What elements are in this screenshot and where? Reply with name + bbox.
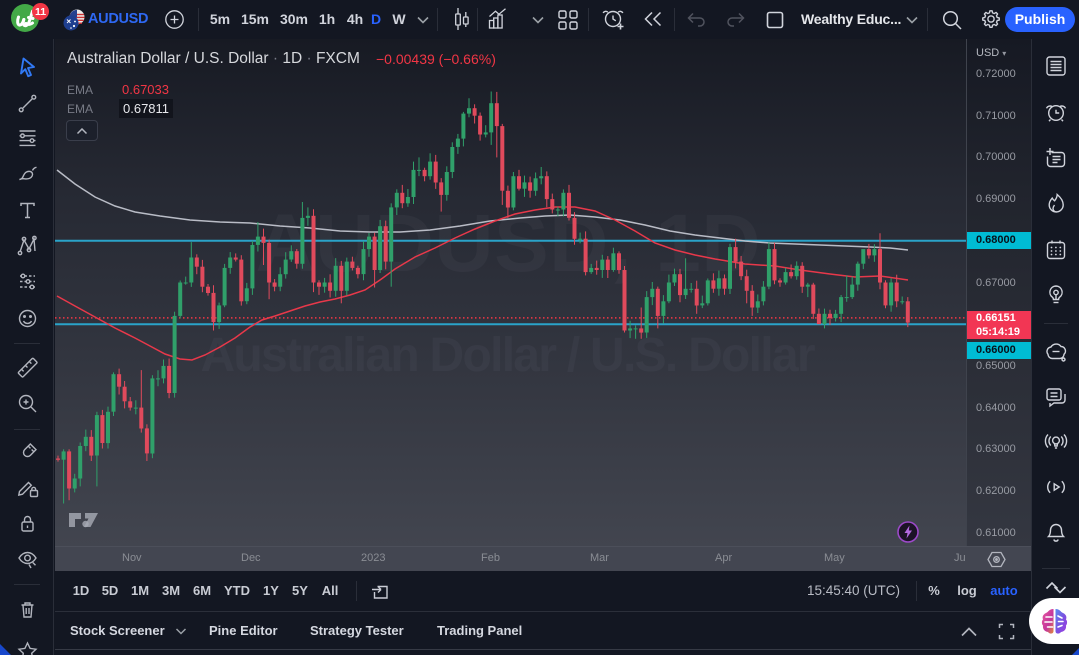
svg-text:11: 11 [35,6,46,18]
svg-text:Australian Dollar / U.S. Dolla: Australian Dollar / U.S. Dollar [201,329,816,382]
